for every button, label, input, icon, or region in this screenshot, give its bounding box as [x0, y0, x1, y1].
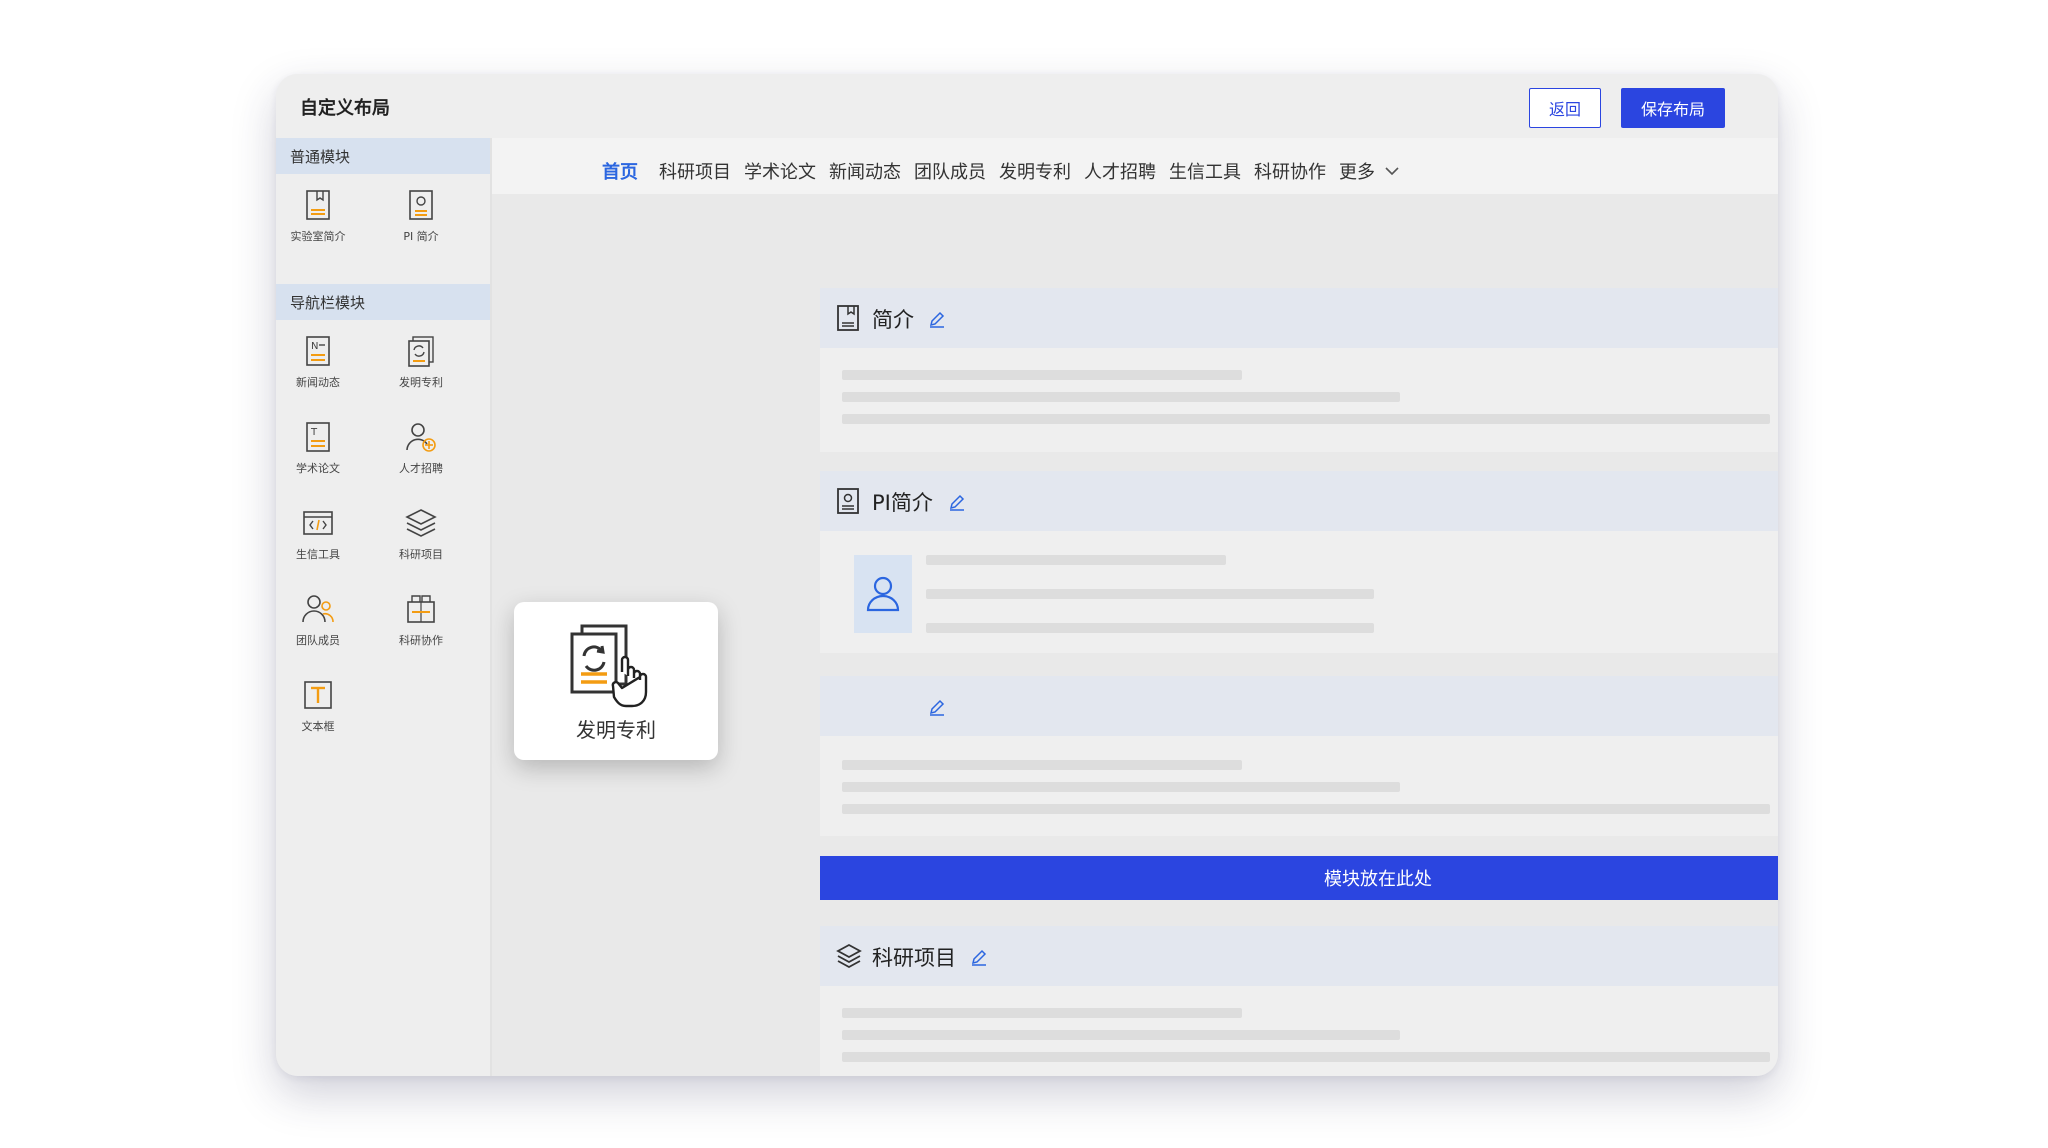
bioinfo-tool-icon [303, 511, 333, 535]
module-label: 科研协作 [399, 634, 443, 647]
module-label: 文本框 [301, 720, 335, 733]
module-recruit[interactable]: 人才招聘 [386, 420, 456, 476]
module-label: PI 简介 [403, 230, 439, 243]
card-header: 简介 [820, 288, 1778, 348]
lab-intro-icon [306, 190, 330, 220]
module-label: 科研项目 [399, 548, 443, 561]
module-card-hidden[interactable] [820, 676, 1778, 836]
news-icon: N [306, 336, 330, 366]
placeholder-line [842, 1008, 1242, 1018]
profile-icon [837, 488, 859, 514]
tab-more-label: 更多 [1339, 162, 1375, 183]
edit-icon[interactable] [970, 948, 988, 966]
module-label: 生信工具 [296, 548, 340, 561]
card-title: 简介 [872, 308, 914, 332]
team-icon [302, 595, 334, 623]
placeholder-line [842, 782, 1400, 792]
module-label: 实验室简介 [290, 230, 346, 243]
module-paper[interactable]: T 学术论文 [283, 420, 353, 476]
edit-icon[interactable] [928, 310, 946, 328]
card-title: 科研项目 [872, 946, 956, 970]
tab-bioinfo-tools[interactable]: 生信工具 [1169, 158, 1241, 184]
dragged-module-label: 发明专利 [576, 718, 656, 742]
avatar-placeholder [854, 555, 912, 633]
chevron-down-icon [1385, 167, 1399, 176]
collaboration-icon [407, 595, 435, 623]
module-card-intro[interactable]: 简介 [820, 288, 1778, 452]
tab-more[interactable]: 更多 [1339, 158, 1401, 184]
section-header-nav: 导航栏模块 [276, 284, 490, 320]
module-patent[interactable]: 发明专利 [386, 334, 456, 390]
drop-zone[interactable]: 模块放在此处 [820, 856, 1778, 900]
textbox-icon [304, 681, 332, 709]
tab-patents[interactable]: 发明专利 [999, 158, 1071, 184]
patent-icon [570, 624, 648, 708]
module-textbox[interactable]: 文本框 [283, 678, 353, 734]
placeholder-line [926, 589, 1374, 599]
placeholder-line [842, 392, 1400, 402]
placeholder-line [842, 414, 1770, 424]
tab-team[interactable]: 团队成员 [914, 158, 986, 184]
user-icon [866, 576, 900, 612]
placeholder-line [842, 1030, 1400, 1040]
tab-recruitment[interactable]: 人才招聘 [1084, 158, 1156, 184]
preview-nav-bar: 首页 科研项目 学术论文 新闻动态 团队成员 发明专利 人才招聘 生信工具 科研… [492, 138, 1778, 194]
module-research-projects[interactable]: 科研项目 [386, 506, 456, 562]
placeholder-line [842, 370, 1242, 380]
module-label: 新闻动态 [296, 376, 340, 389]
module-label: 人才招聘 [399, 462, 443, 475]
recruit-icon [406, 423, 436, 452]
module-news[interactable]: N 新闻动态 [283, 334, 353, 390]
placeholder-line [926, 555, 1226, 565]
document-icon [837, 305, 859, 331]
tab-research-projects[interactable]: 科研项目 [659, 158, 731, 184]
module-collaboration[interactable]: 科研协作 [386, 592, 456, 648]
tab-papers[interactable]: 学术论文 [744, 158, 816, 184]
module-card-pi-intro[interactable]: PI简介 [820, 471, 1778, 653]
back-button[interactable]: 返回 [1529, 88, 1601, 128]
title-bar: 自定义布局 返回 保存布局 [276, 74, 1778, 138]
svg-text:T: T [310, 427, 318, 438]
module-lab-intro[interactable]: 实验室简介 [283, 188, 353, 244]
module-team[interactable]: 团队成员 [283, 592, 353, 648]
save-layout-button[interactable]: 保存布局 [1621, 88, 1725, 128]
svg-text:N: N [311, 341, 318, 352]
research-project-icon [405, 509, 437, 537]
layout-editor-window: 自定义布局 返回 保存布局 普通模块 实验室简介 PI 简介 导航栏模块 N 新… [276, 74, 1778, 1076]
module-card-research-projects[interactable]: 科研项目 [820, 926, 1778, 1076]
tab-news[interactable]: 新闻动态 [829, 158, 901, 184]
patent-icon [408, 336, 434, 367]
layers-icon [836, 943, 862, 969]
card-header: PI简介 [820, 471, 1778, 531]
card-header: 科研项目 [820, 926, 1778, 986]
pi-intro-icon [409, 190, 433, 220]
edit-icon[interactable] [948, 493, 966, 511]
module-label: 发明专利 [399, 376, 443, 389]
card-header [820, 676, 1778, 736]
placeholder-line [842, 804, 1770, 814]
window-title: 自定义布局 [300, 98, 390, 119]
paper-icon: T [306, 422, 330, 452]
module-label: 学术论文 [296, 462, 340, 475]
module-bioinfo-tools[interactable]: 生信工具 [283, 506, 353, 562]
module-pi-intro[interactable]: PI 简介 [386, 188, 456, 244]
tab-home[interactable]: 首页 [602, 158, 638, 184]
dragged-module-card[interactable]: 发明专利 [514, 602, 718, 760]
tab-collaboration[interactable]: 科研协作 [1254, 158, 1326, 184]
module-sidebar: 普通模块 实验室简介 PI 简介 导航栏模块 N 新闻动态 发明专利 T 学术论… [276, 138, 492, 1076]
placeholder-line [842, 760, 1242, 770]
section-header-general: 普通模块 [276, 138, 490, 174]
placeholder-line [842, 1052, 1770, 1062]
module-label: 团队成员 [296, 634, 340, 647]
placeholder-line [926, 623, 1374, 633]
card-title: PI简介 [872, 491, 933, 515]
edit-icon[interactable] [928, 698, 946, 716]
